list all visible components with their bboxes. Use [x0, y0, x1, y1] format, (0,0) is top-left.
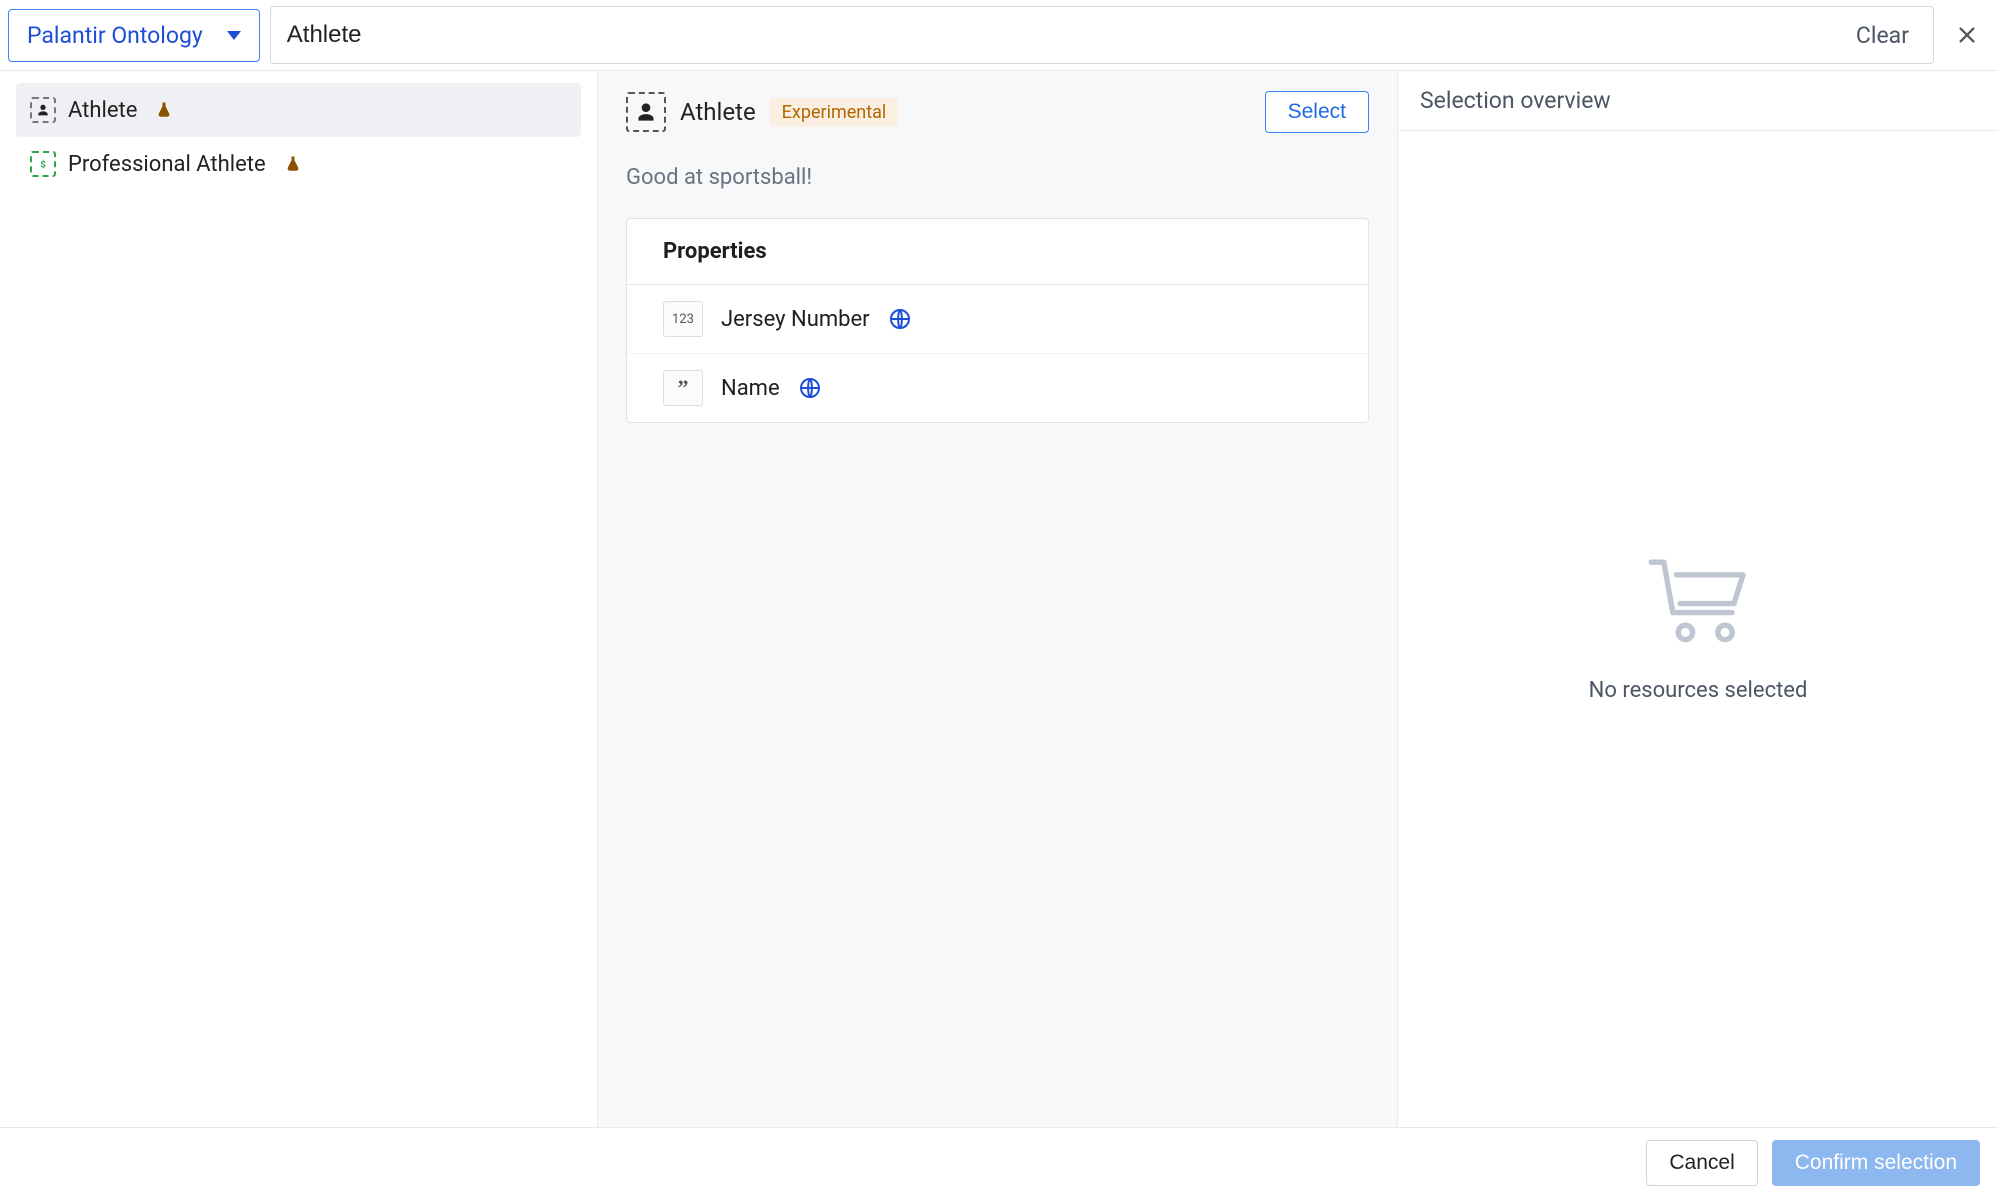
close-button[interactable] — [1944, 12, 1990, 58]
chevron-down-icon — [227, 31, 241, 40]
properties-card: Properties 123 Jersey Number ” Name — [626, 218, 1369, 423]
select-button[interactable]: Select — [1265, 91, 1369, 133]
string-type-icon: ” — [663, 370, 703, 406]
selection-empty-message: No resources selected — [1589, 678, 1808, 703]
topbar: Palantir Ontology Clear — [0, 0, 1998, 71]
flask-icon — [284, 155, 302, 173]
type-list: Athlete $ Professional Athlete — [0, 71, 598, 1127]
search-input[interactable] — [281, 13, 1842, 57]
close-icon — [1956, 24, 1978, 46]
property-row[interactable]: 123 Jersey Number — [627, 285, 1368, 354]
svg-text:$: $ — [40, 160, 45, 171]
type-item-label: Professional Athlete — [68, 152, 266, 177]
cart-icon — [1643, 555, 1753, 650]
main-columns: Athlete $ Professional Athlete Athlete E… — [0, 71, 1998, 1127]
clear-button[interactable]: Clear — [1842, 22, 1923, 49]
detail-title: Athlete — [680, 98, 756, 126]
property-label: Jersey Number — [721, 307, 870, 332]
search-field-wrap: Clear — [270, 6, 1934, 64]
selection-panel: Selection overview No resources selected — [1398, 71, 1998, 1127]
flask-icon — [155, 101, 173, 119]
detail-description: Good at sportsball! — [626, 165, 1369, 190]
person-dashed-icon — [626, 92, 666, 132]
type-item-label: Athlete — [68, 98, 137, 123]
person-dashed-icon — [30, 97, 56, 123]
type-item-professional-athlete[interactable]: $ Professional Athlete — [16, 137, 581, 191]
ontology-selector[interactable]: Palantir Ontology — [8, 9, 260, 62]
confirm-button[interactable]: Confirm selection — [1772, 1140, 1980, 1186]
detail-header: Athlete Experimental Select — [626, 91, 1369, 133]
ontology-selector-label: Palantir Ontology — [27, 22, 203, 49]
property-label: Name — [721, 376, 780, 401]
selection-title: Selection overview — [1398, 71, 1998, 131]
properties-header: Properties — [627, 219, 1368, 285]
dollar-dashed-icon: $ — [30, 151, 56, 177]
experimental-badge: Experimental — [770, 98, 899, 127]
cancel-button[interactable]: Cancel — [1646, 1140, 1757, 1186]
property-row[interactable]: ” Name — [627, 354, 1368, 422]
type-item-athlete[interactable]: Athlete — [16, 83, 581, 137]
selection-empty-state: No resources selected — [1398, 131, 1998, 1127]
globe-icon — [888, 307, 912, 331]
footer: Cancel Confirm selection — [0, 1127, 1998, 1198]
number-type-icon: 123 — [663, 301, 703, 337]
detail-panel: Athlete Experimental Select Good at spor… — [598, 71, 1398, 1127]
globe-icon — [798, 376, 822, 400]
